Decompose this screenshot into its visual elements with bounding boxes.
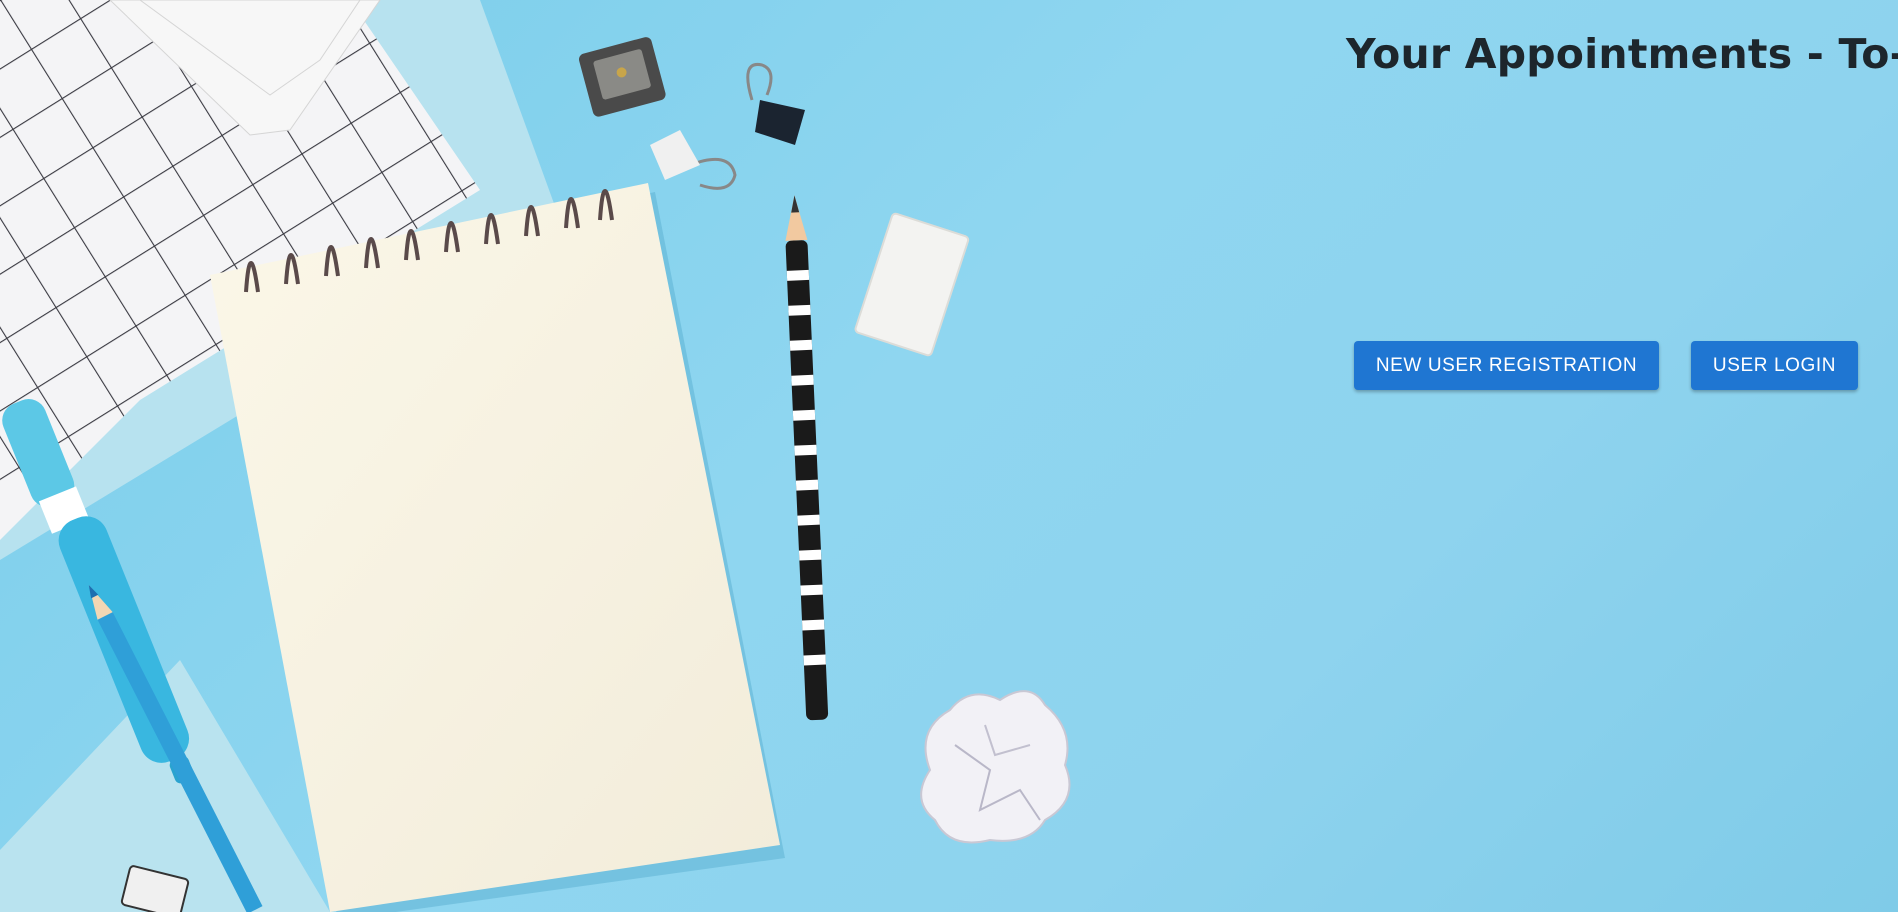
page-title: Your Appointments - To-Do: [1346, 30, 1898, 78]
sharpener: [579, 37, 666, 117]
binder-clip-black: [746, 62, 805, 145]
user-login-button[interactable]: USER LOGIN: [1691, 341, 1858, 390]
stationery-background-image: [0, 0, 1071, 912]
binder-clip-white: [650, 130, 737, 190]
eraser: [854, 212, 970, 357]
striped-pencil: [785, 195, 829, 721]
new-user-registration-button[interactable]: NEW USER REGISTRATION: [1354, 341, 1659, 390]
spiral-notepad: [210, 183, 780, 912]
landing-page: Your Appointments - To-Do NEW USER REGIS…: [0, 0, 1898, 912]
crumpled-paper: [920, 690, 1071, 844]
